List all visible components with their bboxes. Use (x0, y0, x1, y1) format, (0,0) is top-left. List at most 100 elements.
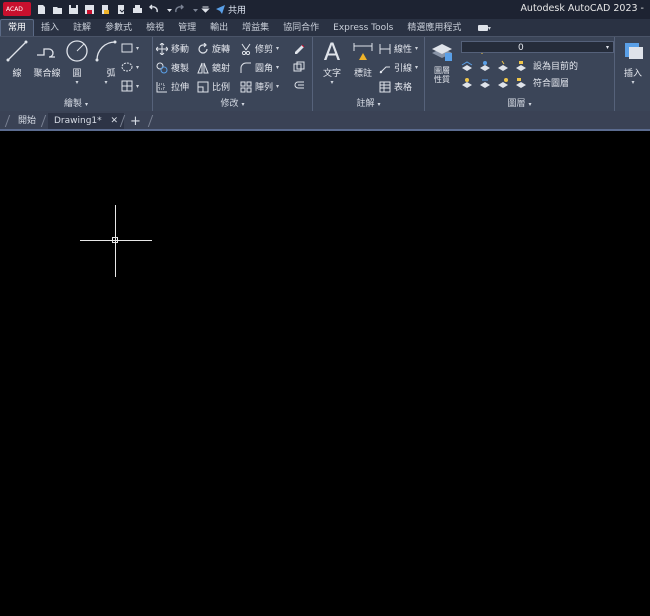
tab-home[interactable]: 常用 (0, 19, 35, 36)
array-label: 陣列 (255, 83, 274, 93)
dimension-button[interactable]: 標註 (348, 39, 378, 79)
crosshair-pickbox (112, 237, 118, 243)
copy-button[interactable]: 複製 (156, 61, 189, 74)
polyline-button[interactable]: 聚合線 (32, 39, 62, 79)
offset-button[interactable] (293, 80, 305, 92)
redo-dropdown-icon[interactable] (190, 4, 198, 15)
erase-button[interactable] (293, 42, 305, 54)
annotation-panel-title[interactable]: 註解 ▾ (313, 98, 424, 110)
layer-isolate-icon[interactable] (461, 60, 473, 72)
array-dropdown-icon[interactable]: ▾ (276, 83, 279, 90)
mirror-button[interactable]: 鏡射 (197, 61, 230, 74)
text-dropdown-icon[interactable]: ▾ (330, 79, 333, 86)
drawing-canvas[interactable] (0, 131, 650, 616)
redo-icon[interactable] (174, 4, 185, 15)
polyline-label: 聚合線 (33, 69, 61, 79)
insert-dropdown-icon[interactable]: ▾ (631, 79, 634, 86)
layer-unisolate-icon[interactable] (461, 77, 473, 89)
open-folder-icon[interactable] (52, 4, 63, 15)
layer-lock-icon[interactable] (515, 60, 527, 72)
line-label: 線 (12, 69, 22, 79)
ribbon: 線 聚合線 圓 ▾ 弧 ▾ ▾ ▾ ▾ 繪製 ▾ 移動 旋轉 修剪 ▾ 複製 鏡… (0, 37, 650, 111)
table-button[interactable]: 表格 (379, 80, 412, 93)
layer-properties-button[interactable]: 圖層 性質 (427, 39, 457, 84)
layer-freeze-icon[interactable] (479, 60, 491, 72)
layer-unlock-icon[interactable] (515, 77, 527, 89)
tab-view[interactable]: 檢視 (139, 20, 171, 36)
text-icon: A (324, 39, 341, 63)
new-file-icon[interactable] (36, 4, 47, 15)
linear-dropdown-icon[interactable]: ▾ (415, 45, 418, 52)
insert-block-button[interactable]: 插入 ▾ (618, 39, 648, 86)
save-icon[interactable] (68, 4, 79, 15)
draw-panel-title[interactable]: 繪製 ▾ (0, 98, 152, 110)
tab-express-tools[interactable]: Express Tools (326, 20, 400, 36)
tab-manage[interactable]: 管理 (171, 20, 203, 36)
layer-tools-row-1: 設為目前的 (461, 59, 578, 72)
layer-thaw-icon[interactable] (479, 77, 491, 89)
save-web-icon[interactable] (116, 4, 127, 15)
arc-button[interactable]: 弧 ▾ (91, 39, 121, 86)
share-button[interactable]: 共用 (215, 3, 246, 16)
tab-featured-apps[interactable]: 精選應用程式 (400, 20, 468, 36)
rectangle-button[interactable]: ▾ (121, 42, 139, 54)
new-tab-button[interactable]: + (130, 113, 141, 130)
fillet-icon (240, 62, 251, 73)
circle-dropdown-icon[interactable]: ▾ (75, 79, 78, 86)
linear-dimension-icon (379, 43, 391, 54)
undo-dropdown-icon[interactable] (164, 4, 172, 15)
leader-dropdown-icon[interactable]: ▾ (415, 64, 418, 71)
close-tab-icon[interactable]: ✕ (111, 116, 119, 126)
make-current-label[interactable]: 設為目前的 (533, 59, 578, 72)
layers-panel-title[interactable]: 圖層 ▾ (425, 98, 614, 110)
move-button[interactable]: 移動 (156, 42, 189, 55)
plot-icon[interactable] (132, 4, 143, 15)
layer-off-icon[interactable] (497, 60, 509, 72)
stretch-button[interactable]: 拉伸 (156, 80, 189, 93)
modify-panel: 移動 旋轉 修剪 ▾ 複製 鏡射 圓角 ▾ 拉伸 比例 陣列 ▾ 修改 ▾ (153, 37, 313, 111)
ribbon-options-icon[interactable]: ▾ (474, 20, 494, 36)
current-layer-name: 0 (518, 43, 524, 53)
tab-output[interactable]: 輸出 (203, 20, 235, 36)
array-button[interactable]: 陣列 ▾ (240, 80, 279, 93)
modify-panel-title[interactable]: 修改 ▾ (153, 98, 312, 110)
move-icon (156, 42, 168, 55)
layer-on-icon[interactable] (497, 77, 509, 89)
layer-dropdown[interactable]: 0 ▾ (461, 41, 614, 53)
circle-button[interactable]: 圓 ▾ (62, 39, 92, 86)
layer-properties-label: 圖層 性質 (434, 66, 450, 84)
explode-button[interactable] (293, 61, 305, 73)
line-button[interactable]: 線 (2, 39, 32, 79)
drawing-tab[interactable]: Drawing1* ✕ (48, 113, 125, 130)
customize-qat-icon[interactable] (200, 4, 210, 15)
tab-addins[interactable]: 增益集 (235, 20, 276, 36)
tab-parametric[interactable]: 參數式 (98, 20, 139, 36)
drawing-tab-label: Drawing1* (54, 116, 102, 126)
save-as-icon[interactable] (84, 4, 95, 15)
fillet-button[interactable]: 圓角 ▾ (240, 61, 279, 74)
trim-button[interactable]: 修剪 ▾ (240, 42, 279, 55)
arc-dropdown-icon[interactable]: ▾ (104, 79, 107, 86)
start-tab[interactable]: 開始 (18, 113, 36, 130)
trim-dropdown-icon[interactable]: ▾ (276, 45, 279, 52)
table-icon (379, 81, 391, 92)
hatch-button[interactable]: ▾ (121, 61, 139, 73)
rotate-button[interactable]: 旋轉 (197, 42, 230, 55)
tab-annotate[interactable]: 註解 (66, 20, 98, 36)
table-label: 表格 (394, 83, 413, 93)
linear-dimension-button[interactable]: 線性 ▾ (379, 42, 418, 55)
match-layer-label[interactable]: 符合圖層 (533, 76, 569, 89)
hatch-icon (121, 62, 133, 72)
tab-insert[interactable]: 插入 (34, 20, 66, 36)
tab-collaborate[interactable]: 協同合作 (276, 20, 326, 36)
text-button[interactable]: A 文字 ▾ (317, 39, 347, 86)
app-menu-button[interactable]: ACAD (3, 2, 31, 16)
undo-icon[interactable] (148, 4, 159, 15)
leader-button[interactable]: 引線 ▾ (379, 61, 418, 74)
circle-icon (66, 40, 88, 62)
scale-button[interactable]: 比例 (197, 80, 230, 93)
trim-icon (241, 43, 251, 55)
open-web-icon[interactable] (100, 4, 111, 15)
gradient-button[interactable]: ▾ (121, 80, 139, 92)
fillet-dropdown-icon[interactable]: ▾ (276, 64, 279, 71)
